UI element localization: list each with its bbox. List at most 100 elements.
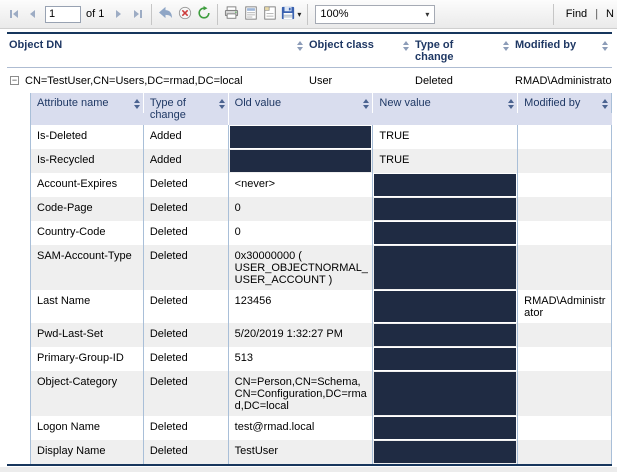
find-button[interactable]: Find	[566, 8, 587, 20]
old-value-text: 513	[235, 352, 253, 364]
print-button[interactable]	[222, 4, 241, 24]
sort-attr-modified-by-icon[interactable]	[602, 97, 608, 109]
attribute-name-text: Pwd-Last-Set	[37, 328, 103, 340]
attribute-name-cell: Object-Category	[31, 371, 144, 416]
attribute-name-cell: Is-Deleted	[31, 125, 144, 149]
export-dropdown-arrow-icon: ▾	[297, 10, 301, 19]
find-controls: Find | N	[549, 4, 615, 25]
object-dn-value: CN=TestUser,CN=Users,DC=rmad,DC=local	[25, 75, 243, 87]
attribute-name-cell: Logon Name	[31, 416, 144, 440]
export-button[interactable]: ▾	[279, 4, 303, 24]
sort-attr-type-of-change-icon[interactable]	[219, 97, 225, 109]
page-number-input[interactable]	[45, 6, 81, 23]
column-header-attr-type-of-change: Type of change	[144, 93, 229, 125]
type-of-change-text: Deleted	[150, 250, 188, 262]
sort-attribute-name-icon[interactable]	[134, 97, 140, 109]
modified-by-cell	[518, 416, 612, 440]
old-value-text: CN=Person,CN=Schema,CN=Configuration,DC=…	[235, 376, 367, 412]
page-setup-button[interactable]	[260, 4, 279, 24]
sort-old-value-icon[interactable]	[363, 97, 369, 109]
new-value-cell	[373, 416, 518, 440]
attribute-row: Code-Page Deleted 0	[31, 197, 612, 221]
empty-value-block	[374, 348, 516, 370]
new-value-cell: TRUE	[373, 149, 518, 173]
old-value-cell: 0x30000000 ( USER_OBJECTNORMAL_USER_ACCO…	[229, 245, 374, 290]
empty-value-block	[374, 291, 516, 322]
new-value-cell	[373, 371, 518, 416]
modified-by-cell	[518, 245, 612, 290]
find-next-divider: |	[595, 8, 598, 20]
type-of-change-text: Deleted	[150, 421, 188, 433]
refresh-icon	[197, 6, 211, 23]
report-area: Object DN Object class Type of change Mo…	[0, 32, 617, 472]
type-of-change-cell: Added	[144, 149, 229, 173]
attribute-row: Primary-Group-ID Deleted 513	[31, 347, 612, 371]
new-value-cell	[373, 221, 518, 245]
new-value-cell	[373, 245, 518, 290]
attribute-row: Logon Name Deleted test@rmad.local	[31, 416, 612, 440]
toolbar-separator	[307, 4, 308, 25]
print-layout-button[interactable]	[241, 4, 260, 24]
type-of-change-text: Added	[150, 154, 182, 166]
next-page-button[interactable]	[109, 4, 128, 24]
refresh-button[interactable]	[194, 4, 213, 24]
old-value-cell: TestUser	[229, 440, 374, 464]
sort-new-value-icon[interactable]	[508, 97, 514, 109]
sort-modified-by-icon[interactable]	[602, 39, 608, 51]
sort-object-class-icon[interactable]	[403, 39, 409, 51]
attribute-table-header: Attribute name Type of change Old value …	[31, 93, 612, 125]
new-value-text: TRUE	[379, 154, 409, 166]
type-of-change-text: Deleted	[150, 445, 188, 457]
attribute-name-text: Logon Name	[37, 421, 100, 433]
zoom-select[interactable]: 100% ▾	[315, 5, 435, 24]
attribute-name-cell: Primary-Group-ID	[31, 347, 144, 371]
attribute-table: Attribute name Type of change Old value …	[30, 93, 612, 464]
type-of-change-cell: Deleted	[144, 416, 229, 440]
new-value-cell	[373, 290, 518, 323]
attribute-row: SAM-Account-Type Deleted 0x30000000 ( US…	[31, 245, 612, 290]
attribute-row: Country-Code Deleted 0	[31, 221, 612, 245]
attribute-row: Display Name Deleted TestUser	[31, 440, 612, 464]
old-value-cell	[229, 125, 374, 149]
modified-by-cell	[518, 440, 612, 464]
last-page-button[interactable]	[128, 4, 147, 24]
page-count-label: of 1	[86, 8, 104, 20]
new-value-text: TRUE	[379, 130, 409, 142]
attribute-rows: Is-Deleted Added TRUE Is-Recycled Added …	[31, 125, 612, 464]
attribute-name-text: Primary-Group-ID	[37, 352, 124, 364]
previous-page-button[interactable]	[23, 4, 42, 24]
first-page-button[interactable]	[4, 4, 23, 24]
modified-by-cell	[518, 371, 612, 416]
object-modified-by-value: RMAD\Administrator	[513, 75, 612, 87]
type-of-change-text: Deleted	[150, 226, 188, 238]
type-of-change-text: Deleted	[150, 178, 188, 190]
attribute-name-cell: SAM-Account-Type	[31, 245, 144, 290]
column-header-object-class: Object class	[307, 38, 413, 52]
new-value-cell	[373, 197, 518, 221]
type-of-change-cell: Deleted	[144, 323, 229, 347]
new-value-cell	[373, 173, 518, 197]
type-of-change-cell: Deleted	[144, 440, 229, 464]
sort-object-dn-icon[interactable]	[297, 39, 303, 51]
type-of-change-cell: Deleted	[144, 197, 229, 221]
sort-type-of-change-icon[interactable]	[503, 39, 509, 51]
back-to-parent-button[interactable]	[156, 4, 175, 24]
type-of-change-text: Deleted	[150, 295, 188, 307]
empty-value-block	[374, 324, 516, 346]
find-next-button[interactable]: N	[606, 8, 614, 20]
empty-value-block	[374, 441, 516, 463]
last-page-icon	[134, 10, 142, 18]
old-value-cell: 123456	[229, 290, 374, 323]
collapse-toggle[interactable]: −	[10, 76, 19, 85]
report-header-row: Object DN Object class Type of change Mo…	[7, 34, 612, 68]
report-bottom-rule	[7, 464, 612, 466]
empty-value-block	[374, 174, 516, 196]
old-value-text: TestUser	[235, 445, 278, 457]
stop-button[interactable]	[175, 4, 194, 24]
type-of-change-text: Deleted	[150, 328, 188, 340]
type-of-change-text: Deleted	[150, 376, 188, 388]
modified-by-cell	[518, 173, 612, 197]
modified-by-cell	[518, 323, 612, 347]
page-end-strip	[0, 467, 617, 472]
attribute-name-cell: Pwd-Last-Set	[31, 323, 144, 347]
